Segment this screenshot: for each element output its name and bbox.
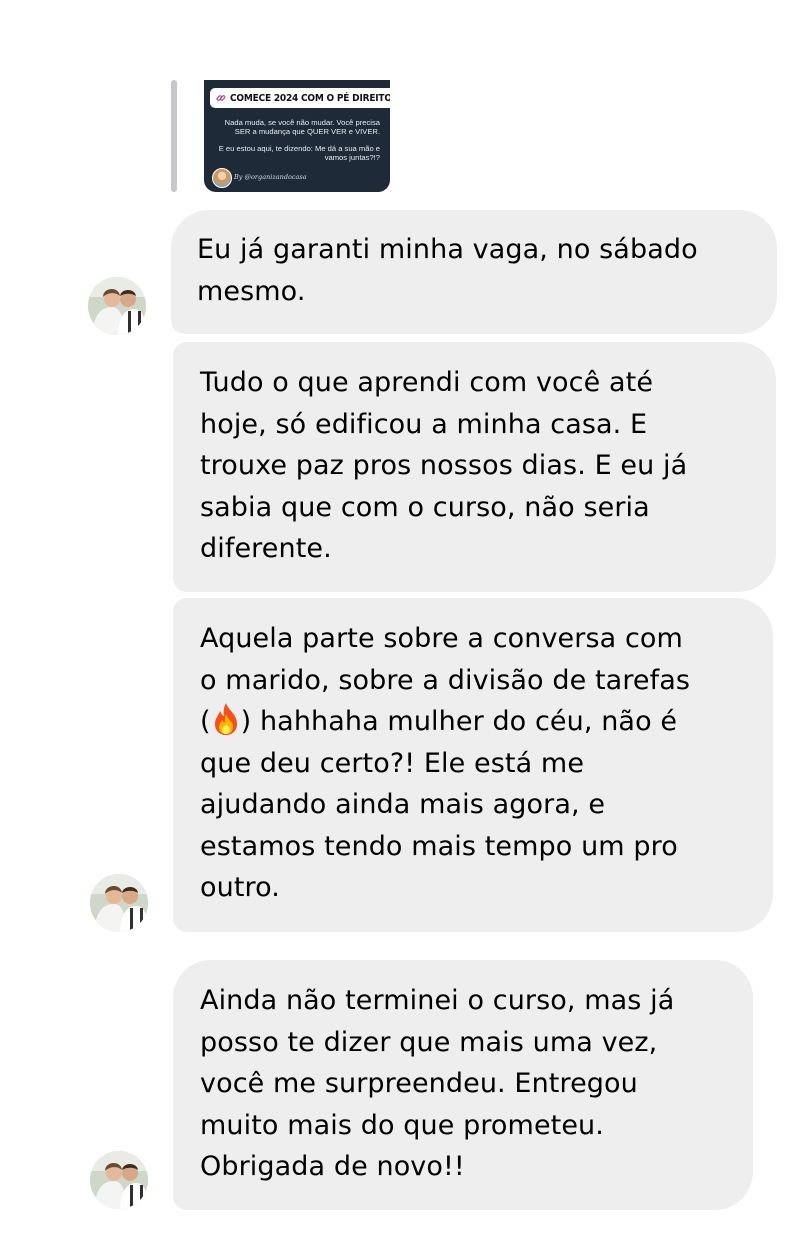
sender-avatar[interactable] <box>90 874 148 932</box>
story-link-badge[interactable]: COMECE 2024 COM O PÉ DIREITO <box>210 88 390 108</box>
reply-indicator-bar <box>171 80 177 192</box>
story-author-avatar <box>212 168 232 188</box>
message-bubble[interactable]: Tudo o que aprendi com você até hoje, só… <box>173 342 776 592</box>
story-caption-line: E eu estou aqui, te dizendo: Me dá a sua… <box>218 143 380 163</box>
message-bubble[interactable]: Eu já garanti minha vaga, no sábado mesm… <box>171 210 777 334</box>
story-caption: Nada muda, se você não mudar. Você preci… <box>210 118 380 170</box>
story-caption-line: Nada muda, se você não mudar. Você preci… <box>224 118 380 137</box>
story-link-text: COMECE 2024 COM O PÉ DIREITO <box>230 92 390 104</box>
message-text: Ainda não terminei o curso, mas já posso… <box>200 985 675 1182</box>
link-icon <box>216 95 226 101</box>
story-author-handle: By @organizandocasa <box>234 173 307 181</box>
sender-avatar[interactable] <box>90 1151 148 1209</box>
message-text: Tudo o que aprendi com você até hoje, só… <box>200 367 688 564</box>
story-reply-preview[interactable]: COMECE 2024 COM O PÉ DIREITO ☝ Nada muda… <box>204 80 390 192</box>
couple-photo-icon <box>90 1151 148 1209</box>
message-bubble[interactable]: Ainda não terminei o curso, mas já posso… <box>173 960 753 1210</box>
chat-thread: COMECE 2024 COM O PÉ DIREITO ☝ Nada muda… <box>0 0 798 1254</box>
couple-photo-icon <box>90 874 148 932</box>
message-bubble[interactable]: Aquela parte sobre a conversa com o mari… <box>173 598 773 932</box>
sender-avatar[interactable] <box>88 277 146 335</box>
message-text-part: ) hahhaha mulher do céu, não é que deu c… <box>200 706 678 903</box>
message-text: Eu já garanti minha vaga, no sábado mesm… <box>197 234 698 307</box>
fire-emoji-icon <box>214 703 237 735</box>
couple-photo-icon <box>88 277 146 335</box>
message-text: Aquela parte sobre a conversa com o mari… <box>173 598 773 909</box>
